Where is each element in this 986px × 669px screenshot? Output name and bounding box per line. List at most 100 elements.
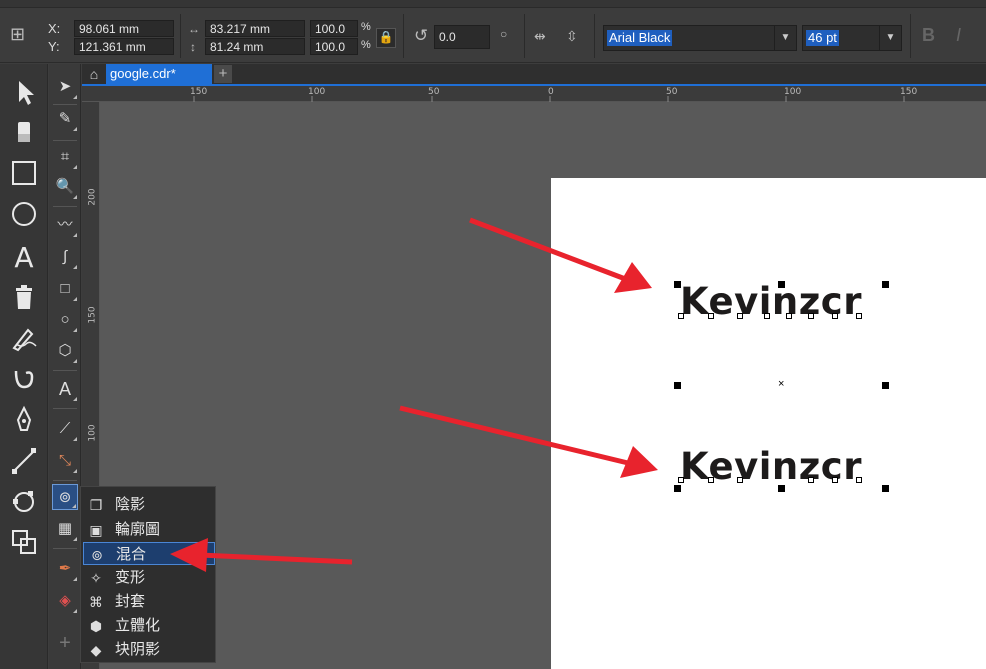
separator (53, 140, 77, 141)
node-handle[interactable] (708, 313, 714, 319)
separator (53, 206, 77, 207)
artistic-media-icon[interactable]: ∫ (52, 244, 78, 270)
effects-flyout-menu: ❐ 陰影 ▣ 輪廓圖 ⊚ 混合 ✧ 变形 ⌘ 封套 ⬢ 立體化 ◆ 块阴影 (80, 486, 216, 663)
node-handle[interactable] (786, 313, 792, 319)
rectangle-tool-icon[interactable] (8, 157, 40, 189)
node-handle[interactable] (764, 313, 770, 319)
blend-tool-icon[interactable]: ⊚ (52, 484, 78, 510)
width-field[interactable]: 83.217 mm (205, 20, 305, 37)
horizontal-ruler[interactable]: 150 100 50 0 50 100 150 (82, 86, 986, 102)
crop-tool-icon[interactable]: ⌗ (52, 144, 78, 170)
text-icon[interactable]: A (52, 376, 78, 402)
font-family-dropdown[interactable]: Arial Black ▼ (603, 25, 797, 51)
flyout-item-extrude[interactable]: ⬢ 立體化 (83, 614, 215, 637)
selection-handle[interactable] (778, 485, 785, 492)
connector-tool-icon[interactable] (8, 445, 40, 477)
font-family-value: Arial Black (607, 30, 673, 46)
node-handle[interactable] (808, 313, 814, 319)
scale-x-field[interactable]: 100.0 (310, 20, 358, 37)
shape-tool-icon[interactable] (8, 486, 40, 518)
drawing-canvas[interactable]: Kevinzcr Kevinzcr × (100, 102, 986, 669)
lock-ratio-icon[interactable]: 🔒 (376, 28, 396, 48)
mirror-horizontal-icon[interactable]: ⇹ (534, 28, 546, 44)
fill-tool-icon[interactable]: ◈ (52, 588, 78, 614)
selection-handle[interactable] (882, 382, 889, 389)
rectangle-icon[interactable]: □ (52, 276, 78, 302)
flyout-item-drop-shadow[interactable]: ❐ 陰影 (83, 493, 215, 516)
node-handle[interactable] (808, 477, 814, 483)
center-mark: × (778, 378, 785, 390)
zoom-tool-icon[interactable]: 🔍 (52, 174, 78, 200)
flyout-item-block-shadow[interactable]: ◆ 块阴影 (83, 638, 215, 661)
y-position-field[interactable]: 121.361 mm (74, 38, 174, 55)
bezier-tool-icon[interactable] (8, 363, 40, 395)
node-handle[interactable] (737, 477, 743, 483)
flyout-item-contour[interactable]: ▣ 輪廓圖 (83, 518, 215, 541)
selection-handle[interactable] (882, 485, 889, 492)
node-handle[interactable] (678, 313, 684, 319)
rotation-angle-field[interactable]: 0.0 (434, 25, 490, 49)
node-handle[interactable] (832, 477, 838, 483)
italic-icon[interactable]: I (956, 26, 961, 44)
pen-tool-icon[interactable] (8, 404, 40, 436)
chevron-down-icon[interactable]: ▼ (879, 26, 901, 50)
freehand-icon[interactable]: 〰 (52, 212, 78, 238)
ellipse-icon[interactable]: ○ (52, 307, 78, 333)
text-tool-icon[interactable]: A (8, 240, 40, 272)
shape-edit-tool-icon[interactable]: ✎ (52, 106, 78, 132)
flyout-item-label: 块阴影 (115, 641, 161, 658)
eyedropper-tool-icon[interactable]: ✒ (52, 556, 78, 582)
pick-tool-icon[interactable]: ➤ (52, 74, 78, 100)
polygon-icon[interactable]: ⬡ (52, 338, 78, 364)
home-icon[interactable]: ⌂ (84, 65, 104, 83)
height-field[interactable]: 81.24 mm (205, 38, 305, 55)
selection-handle[interactable] (674, 382, 681, 389)
selection-handle[interactable] (882, 281, 889, 288)
dimension-tool-icon[interactable]: ⟋ (52, 416, 78, 442)
flyout-item-blend[interactable]: ⊚ 混合 (83, 542, 215, 565)
node-handle[interactable] (856, 313, 862, 319)
flyout-item-envelope[interactable]: ⌘ 封套 (83, 590, 215, 613)
mirror-vertical-icon[interactable]: ⇳ (566, 28, 578, 44)
eraser-tool-icon[interactable] (8, 116, 40, 148)
bold-icon[interactable]: B (922, 26, 935, 44)
node-handle[interactable] (832, 313, 838, 319)
node-handle[interactable] (678, 477, 684, 483)
object-origin-icon[interactable]: ⊞ (10, 25, 25, 43)
trash-icon[interactable] (8, 281, 40, 313)
selection-handle[interactable] (674, 281, 681, 288)
top-toolbar-strip (0, 0, 986, 8)
separator (53, 480, 77, 481)
chevron-down-icon[interactable]: ▼ (774, 26, 796, 50)
tab-document[interactable]: google.cdr* (106, 64, 212, 84)
toolbox: ➤ ✎ ⌗ 🔍 〰 ∫ □ ○ ⬡ A ⟋ ⤡ ⊚ ▦ ✒ ◈ + (49, 64, 81, 669)
height-icon: ↕ (190, 40, 196, 54)
percent-label-y: % (361, 39, 371, 51)
property-bar: ⊞ X: Y: 98.061 mm 121.361 mm ↔ ↕ 83.217 … (0, 8, 986, 63)
separator (594, 14, 595, 58)
scale-y-field[interactable]: 100.0 (310, 38, 358, 55)
separator (53, 548, 77, 549)
separator (524, 14, 525, 58)
svg-text:A: A (14, 241, 33, 272)
node-handle[interactable] (856, 477, 862, 483)
pointer-tool-icon[interactable] (8, 76, 40, 108)
node-handle[interactable] (708, 477, 714, 483)
drop-shadow-icon: ❐ (89, 497, 103, 513)
weld-tool-icon[interactable] (8, 526, 40, 558)
freehand-tool-icon[interactable] (8, 322, 40, 354)
transparency-tool-icon[interactable]: ▦ (52, 516, 78, 542)
document-page[interactable] (551, 178, 986, 669)
node-handle[interactable] (737, 313, 743, 319)
ruler-tick-label: 150 (87, 306, 98, 324)
selection-handle[interactable] (674, 485, 681, 492)
connector-icon[interactable]: ⤡ (52, 448, 78, 474)
selection-handle[interactable] (778, 281, 785, 288)
x-position-field[interactable]: 98.061 mm (74, 20, 174, 37)
separator (403, 14, 404, 58)
font-size-dropdown[interactable]: 46 pt ▼ (802, 25, 902, 51)
ellipse-tool-icon[interactable] (8, 198, 40, 230)
add-tab-button[interactable]: + (214, 65, 232, 83)
add-tool-icon[interactable]: + (52, 630, 78, 656)
flyout-item-distort[interactable]: ✧ 变形 (83, 566, 215, 589)
